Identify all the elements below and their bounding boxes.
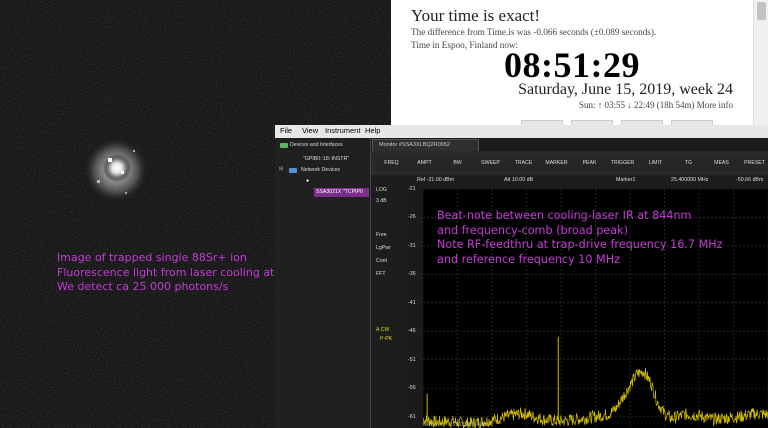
y-tick-label: -56 <box>408 385 416 392</box>
toolbar-button-peak[interactable]: PEAK <box>573 155 606 171</box>
y-tick-label: -36 <box>408 271 416 278</box>
spectrum-annotation: Beat-note between cooling-laser IR at 84… <box>437 209 723 267</box>
y-tick-label: -26 <box>408 214 416 221</box>
menu-bar: File View Instrument Help <box>275 125 768 138</box>
menu-view[interactable]: View <box>302 126 318 135</box>
menu-instrument[interactable]: Instrument <box>325 126 360 135</box>
toolbar-button-bw[interactable]: BW <box>441 155 474 171</box>
devices-folder-icon <box>280 143 288 148</box>
y-tick-label: -51 <box>408 356 416 363</box>
network-icon <box>289 168 297 173</box>
toolbar-button-trace[interactable]: TRACE <box>507 155 540 171</box>
toolbar-button-trigger[interactable]: TRIGGER <box>606 155 639 171</box>
sweep-type: FFT <box>376 271 386 277</box>
soft-key-toolbar: FREQ AMPT BW SWEEP TRACE MARKER PEAK TRIGGER LIM… <box>371 151 768 176</box>
timeis-date: Saturday, June 15, 2019, week 24 <box>518 81 733 98</box>
timeis-headline: Your time is exact! <box>411 6 541 25</box>
menu-help[interactable]: Help <box>365 126 380 135</box>
tree-network[interactable]: Network Devices <box>301 167 340 173</box>
ion-core <box>103 154 131 182</box>
trace-detector: P-PK <box>380 336 393 342</box>
marker-label: Marker1 <box>616 177 636 183</box>
marker-frequency: 25.400000 MHz <box>671 177 709 183</box>
toolbar-button-freq[interactable]: FREQ <box>375 155 408 171</box>
trace-a-mode: A CW <box>376 327 390 333</box>
toolbar-button-tg[interactable]: TG <box>672 155 705 171</box>
y-tick-label: -31 <box>408 242 416 249</box>
toolbar-button-marker[interactable]: MARKER <box>540 155 573 171</box>
device-tree: Devices and Interfaces "GPIB0::18::INSTR… <box>275 138 371 428</box>
toolbar-button-meas[interactable]: MEAS <box>705 155 738 171</box>
toolbar-button-ampt[interactable]: AMPT <box>408 155 441 171</box>
toolbar-button-preset[interactable]: PRESET <box>738 155 768 171</box>
tree-device-ssa3021x[interactable]: SSA3021X "TCPIP0 <box>316 189 363 195</box>
tree-gpib-device[interactable]: "GPIB0::18::INSTR" <box>303 156 349 162</box>
y-tick-label: -41 <box>408 299 416 306</box>
scale-type: LOG <box>376 187 387 193</box>
tree-root[interactable]: Devices and Interfaces <box>290 142 343 148</box>
tab-monitor[interactable]: Monitor #SSA3XLBQ2R0952 <box>372 139 479 151</box>
y-tick-label: -46 <box>408 328 416 335</box>
y-tick-label: -21 <box>408 186 416 192</box>
sweep-mode: Cont <box>376 258 387 264</box>
attenuation: Att 10.00 dB <box>504 177 534 183</box>
timeis-scrollbar[interactable] <box>753 0 768 126</box>
device-bullet-icon: ● <box>306 178 310 184</box>
timeis-window: Your time is exact! The difference from … <box>391 0 753 127</box>
scrollbar-thumb[interactable] <box>757 2 766 20</box>
timeis-difference: The difference from Time.is was -0.066 s… <box>411 27 657 37</box>
center-value: 25.000000 MHz <box>453 422 489 428</box>
ref-level: Ref -21.00 dBm <box>417 177 455 183</box>
annotation-line: Note RF-feedthru at trap-drive frequency… <box>437 238 723 252</box>
marker-level: -50.66 dBm <box>736 177 764 183</box>
timeis-clock: 08:51:29 <box>504 45 640 85</box>
center-label: Center <box>423 422 439 428</box>
scale-div: 3 dB <box>376 198 387 204</box>
tree-collapse-icon: ⊟ <box>279 166 284 172</box>
avg-type: LgPwr <box>376 245 391 251</box>
y-tick-label: -61 <box>408 413 416 420</box>
trig-free: Free <box>376 232 387 238</box>
timeis-sun-info[interactable]: Sun: ↑ 03:55 ↓ 22:49 (18h 54m) More info <box>579 100 733 110</box>
measurement-strip: Ref -21.00 dBm Att 10.00 dB Marker1 25.4… <box>371 175 768 186</box>
tab-monitor-label: Monitor #SSA3XLBQ2R0952 <box>379 142 450 148</box>
menu-file[interactable]: File <box>280 126 292 135</box>
analyzer-window: File View Instrument Help Devices and In… <box>275 125 768 428</box>
annotation-line: and frequency-comb (broad peak) <box>437 223 628 237</box>
annotation-line: Beat-note between cooling-laser IR at 84… <box>437 209 692 222</box>
trace-settings-panel: LOG 3 dB Free LgPwr Cont FFT A CW P-PK <box>371 186 407 428</box>
toolbar-button-sweep[interactable]: SWEEP <box>474 155 507 171</box>
toolbar-button-limit[interactable]: LIMIT <box>639 155 672 171</box>
annotation-line: and reference frequency 10 MHz <box>437 252 620 266</box>
